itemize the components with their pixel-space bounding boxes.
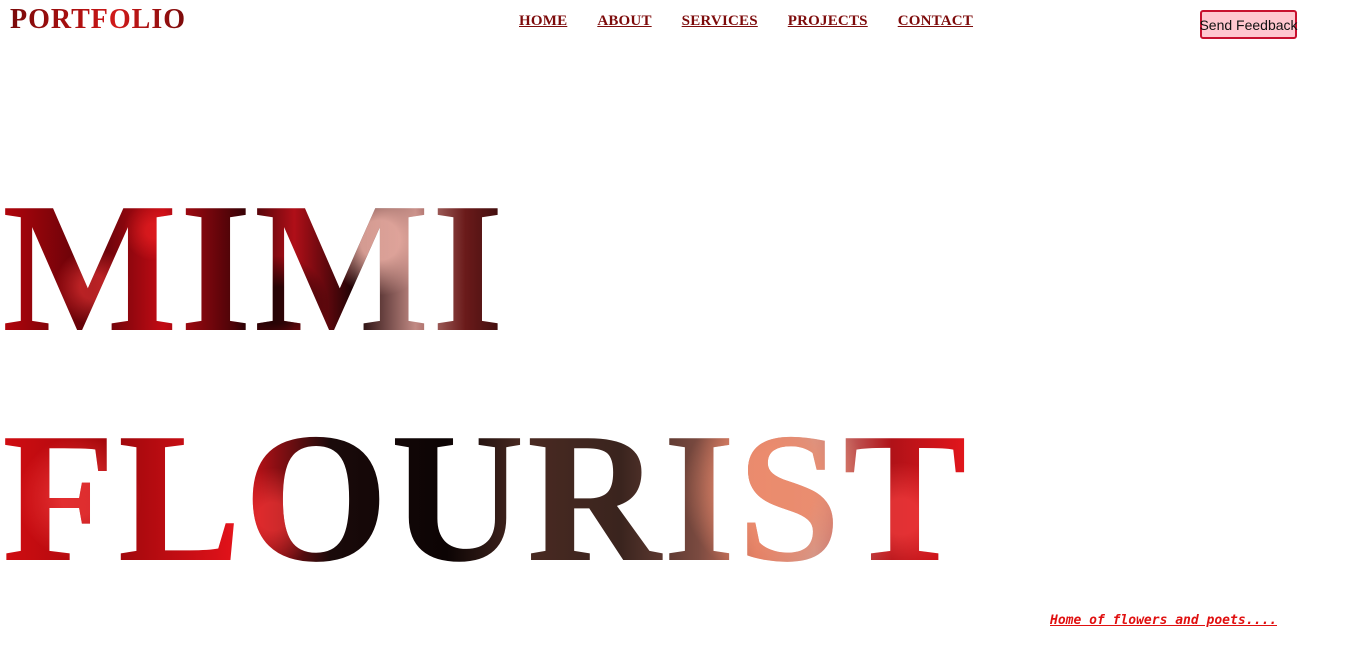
nav-services-link[interactable]: SERVICES [682, 12, 758, 30]
send-feedback-button[interactable]: Send Feedback [1199, 10, 1298, 39]
hero-title-line-1: MIMI [2, 165, 506, 371]
logo[interactable]: PORTFOLIO [10, 2, 186, 38]
main-nav: HOME ABOUT SERVICES PROJECTS CONTACT [519, 12, 973, 30]
nav-contact-link[interactable]: CONTACT [898, 12, 973, 30]
nav-projects-link[interactable]: PROJECTS [788, 12, 868, 30]
nav-about-link[interactable]: ABOUT [597, 12, 651, 30]
nav-home-link[interactable]: HOME [519, 12, 567, 30]
hero-title-line-2: FLOURIST [2, 395, 969, 601]
tagline: Home of flowers and poets.... [1050, 613, 1277, 628]
